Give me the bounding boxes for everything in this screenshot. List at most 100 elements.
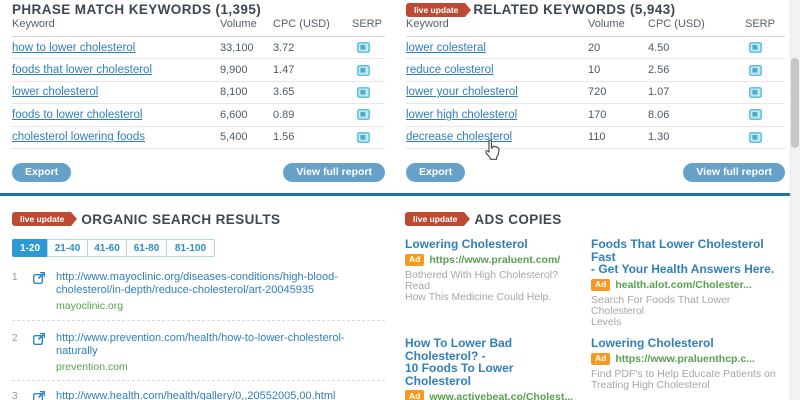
organic-search-results-section: live update ORGANIC SEARCH RESULTS 1-20 … (12, 205, 385, 400)
ad-copy-card: Foods That Lower Cholesterol Fast- Get Y… (591, 238, 785, 327)
page-button-21-40[interactable]: 21-40 (47, 239, 88, 257)
page-button-1-20[interactable]: 1-20 (12, 239, 48, 257)
cpc-value: 0.89 (273, 109, 352, 121)
keyword-link[interactable]: foods that lower cholesterol (12, 64, 152, 76)
serp-icon[interactable] (357, 109, 385, 120)
keyword-link[interactable]: foods to lower cholesterol (12, 109, 142, 121)
phrase-match-title: PHRASE MATCH KEYWORDS (1,395) (12, 2, 261, 17)
live-update-badge: live update (12, 212, 71, 226)
ad-badge: Ad (591, 353, 610, 366)
keyword-link[interactable]: lower your cholesterol (406, 86, 518, 98)
cpc-value: 4.50 (648, 42, 745, 54)
cpc-value: 3.65 (273, 86, 352, 98)
keyword-link[interactable]: how to lower cholesterol (12, 42, 135, 54)
result-separator (12, 320, 385, 321)
related-keywords-title: RELATED KEYWORDS (5,943) (473, 2, 675, 17)
table-row: lower high cholesterol 170 8.06 (406, 104, 785, 126)
organic-result: 3 http://www.health.com/health/gallery/0… (12, 390, 385, 400)
organic-results-title: ORGANIC SEARCH RESULTS (81, 212, 280, 227)
result-domain[interactable]: prevention.com (56, 361, 128, 373)
ads-copies-title: ADS COPIES (474, 212, 561, 227)
volume-value: 6,600 (220, 109, 273, 121)
ad-url[interactable]: www.activebeat.co/Cholest... (429, 391, 573, 400)
serp-icon[interactable] (357, 65, 385, 76)
pagination: 1-20 21-40 41-60 61-80 81-100 (12, 239, 385, 257)
keyword-analytics-page: PHRASE MATCH KEYWORDS (1,395) Keyword Vo… (0, 0, 800, 400)
serp-icon[interactable] (749, 87, 785, 98)
ad-title-link[interactable]: How To Lower Bad Cholesterol? -10 Foods … (405, 337, 582, 387)
organic-result: 2 http://www.prevention.com/health/how-t… (12, 332, 385, 375)
cpc-value: 1.56 (273, 131, 352, 143)
ads-copies-section: live update ADS COPIES Lowering Choleste… (405, 205, 785, 400)
table-row: lower colesteral 20 4.50 (406, 37, 785, 59)
page-button-61-80[interactable]: 61-80 (126, 239, 167, 257)
serp-icon[interactable] (749, 132, 785, 143)
table-row: decrease cholesterol 110 1.30 (406, 127, 785, 149)
ad-title-link[interactable]: Lowering Cholesterol (591, 337, 785, 350)
page-button-41-60[interactable]: 41-60 (87, 239, 127, 257)
ad-url[interactable]: https://www.praluenthcp.c... (615, 353, 755, 365)
table-row: lower your cholesterol 720 1.07 (406, 82, 785, 104)
page-button-81-100[interactable]: 81-100 (166, 239, 215, 257)
volume-value: 720 (588, 86, 648, 98)
volume-value: 20 (588, 42, 648, 54)
volume-value: 8,100 (220, 86, 273, 98)
result-url[interactable]: http://www.health.com/health/gallery/0,,… (56, 390, 385, 400)
result-rank: 1 (12, 271, 33, 314)
column-serp: SERP (352, 18, 385, 30)
cpc-value: 2.56 (648, 64, 745, 76)
external-link-icon[interactable] (33, 390, 56, 400)
ad-url[interactable]: health.alot.com/Cholester... (615, 279, 752, 291)
organic-result: 1 http://www.mayoclinic.org/diseases-con… (12, 271, 385, 314)
cpc-value: 1.07 (648, 86, 745, 98)
ad-title-link[interactable]: Lowering Cholesterol (405, 238, 582, 251)
result-url[interactable]: http://www.mayoclinic.org/diseases-condi… (56, 271, 385, 296)
table-row: how to lower cholesterol 33,100 3.72 (12, 37, 385, 59)
column-cpc: CPC (USD) (273, 18, 352, 30)
ad-description: Search For Foods That Lower CholesterolL… (591, 295, 785, 327)
ad-copy-card: Lowering Cholesterol Ad https://www.pral… (591, 337, 785, 400)
external-link-icon[interactable] (33, 332, 56, 375)
ad-url[interactable]: https://www.praluent.com/ (429, 254, 560, 266)
volume-value: 110 (588, 131, 648, 143)
result-rank: 3 (12, 390, 33, 400)
column-serp: SERP (745, 18, 785, 30)
volume-value: 170 (588, 109, 648, 121)
serp-icon[interactable] (749, 109, 785, 120)
cpc-value: 1.47 (273, 64, 352, 76)
serp-icon[interactable] (357, 87, 385, 98)
scrollbar-thumb[interactable] (791, 58, 799, 148)
ad-copy-card: How To Lower Bad Cholesterol? -10 Foods … (405, 337, 582, 400)
result-url[interactable]: http://www.prevention.com/health/how-to-… (56, 332, 385, 357)
view-full-report-button[interactable]: View full report (683, 163, 785, 182)
ad-badge: Ad (405, 254, 424, 267)
keyword-link[interactable]: reduce colesterol (406, 64, 494, 76)
volume-value: 10 (588, 64, 648, 76)
ad-description: Find PDF's to Help Educate Patients onTr… (591, 369, 785, 391)
keyword-link-hovered[interactable]: decrease cholesterol (406, 131, 512, 143)
export-button[interactable]: Export (12, 163, 71, 182)
external-link-icon[interactable] (33, 271, 56, 314)
volume-value: 9,900 (220, 64, 273, 76)
live-update-badge: live update (406, 3, 465, 17)
result-rank: 2 (12, 332, 33, 375)
ad-badge: Ad (591, 279, 610, 292)
volume-value: 33,100 (220, 42, 273, 54)
keyword-link[interactable]: lower high cholesterol (406, 109, 517, 121)
keyword-link[interactable]: cholesterol lowering foods (12, 131, 145, 143)
live-update-badge: live update (405, 212, 464, 226)
keyword-link[interactable]: lower cholesterol (12, 86, 98, 98)
table-row: lower cholesterol 8,100 3.65 (12, 82, 385, 104)
serp-icon[interactable] (749, 42, 785, 53)
phrase-match-section: PHRASE MATCH KEYWORDS (1,395) Keyword Vo… (12, 0, 385, 193)
serp-icon[interactable] (357, 132, 385, 143)
ad-title-link[interactable]: Foods That Lower Cholesterol Fast- Get Y… (591, 238, 785, 276)
serp-icon[interactable] (749, 65, 785, 76)
result-domain[interactable]: mayoclinic.org (56, 300, 123, 312)
table-row: foods that lower cholesterol 9,900 1.47 (12, 59, 385, 81)
table-row: foods to lower cholesterol 6,600 0.89 (12, 104, 385, 126)
keyword-link[interactable]: lower colesteral (406, 42, 486, 54)
view-full-report-button[interactable]: View full report (283, 163, 385, 182)
serp-icon[interactable] (357, 42, 385, 53)
export-button[interactable]: Export (406, 163, 465, 182)
